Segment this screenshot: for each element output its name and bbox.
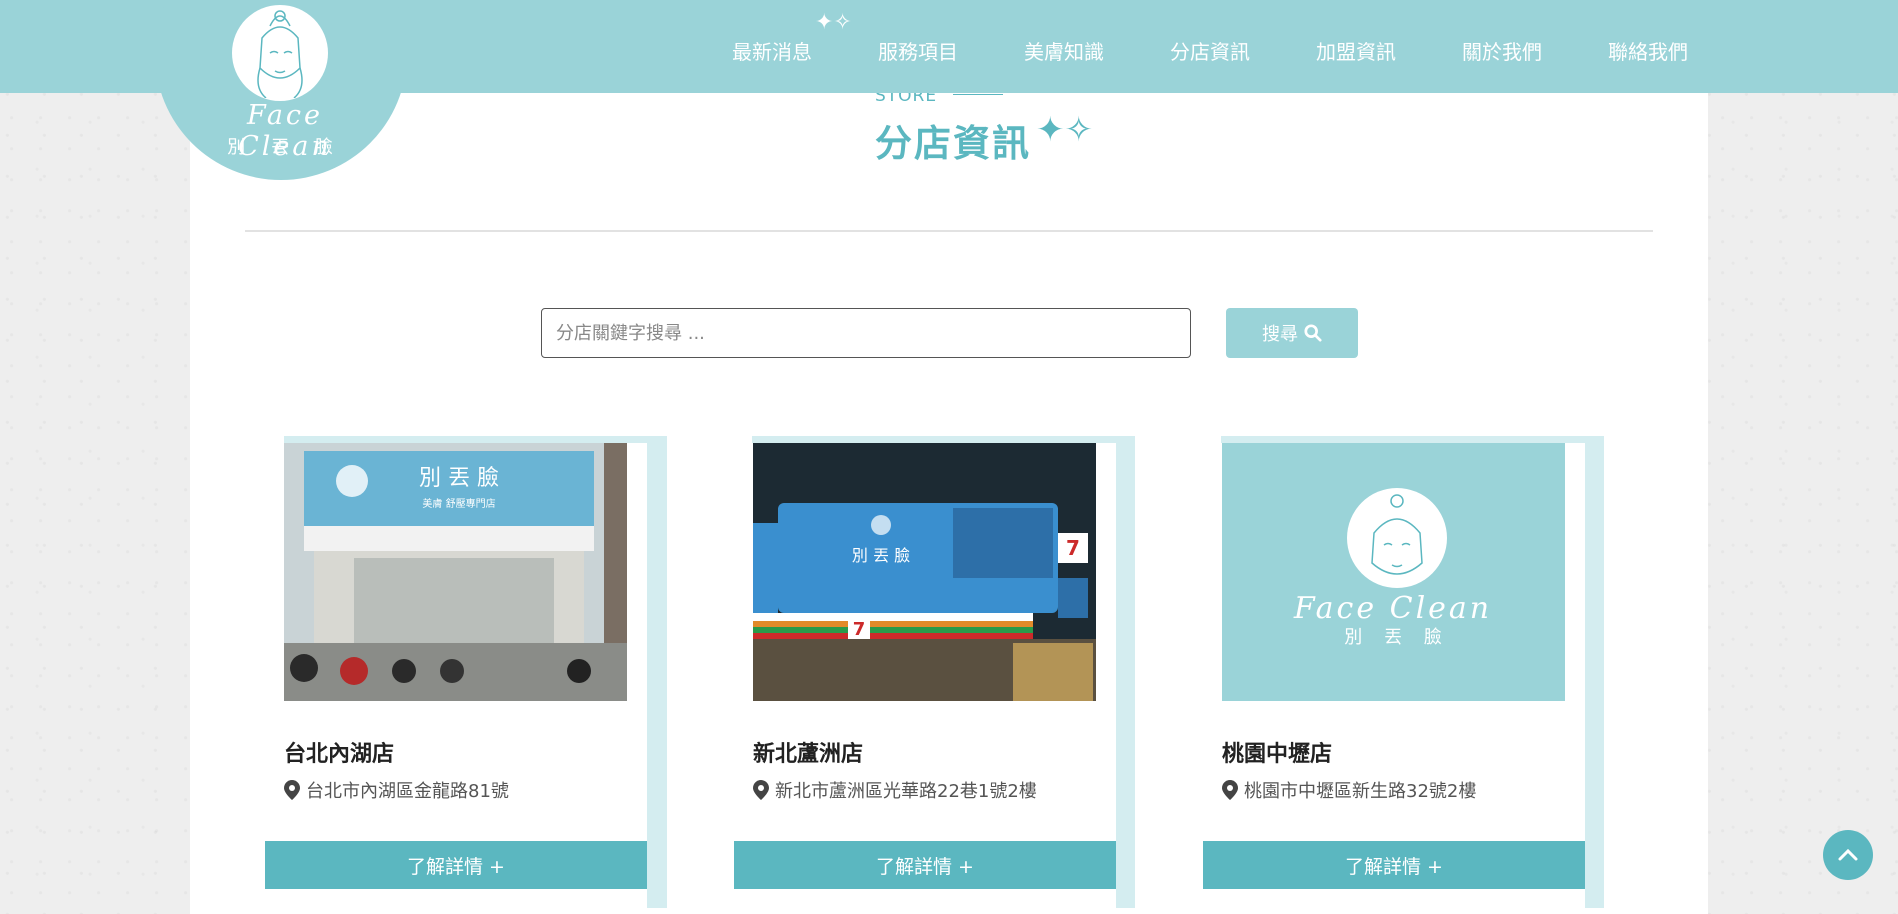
search-icon — [1304, 324, 1322, 342]
location-pin-icon — [284, 780, 300, 800]
nav-item-about[interactable]: 關於我們 — [1462, 36, 1542, 65]
page-title: 分店資訊 — [875, 122, 1031, 165]
main-nav: 最新消息 服務項目 美膚知識 分店資訊 加盟資訊 關於我們 聯絡我們 — [732, 36, 1754, 65]
store-photo: 別 丟 臉 7 7 — [753, 443, 1096, 701]
nav-item-contact[interactable]: 聯絡我們 — [1608, 36, 1688, 65]
section-subtitle-line — [953, 94, 1003, 95]
sparkle-icon: ✦✧ — [815, 10, 852, 35]
placeholder-cn-text: 別 丟 臉 — [1344, 627, 1449, 648]
location-pin-icon — [1222, 780, 1238, 800]
photo-sign-text: 別 丟 臉 — [419, 466, 499, 491]
location-pin-icon — [753, 780, 769, 800]
nav-item-services[interactable]: 服務項目 — [878, 36, 958, 65]
search-button-label: 搜尋 — [1262, 324, 1298, 345]
store-address-text: 桃園市中壢區新生路32號2樓 — [1244, 781, 1477, 802]
back-to-top-button[interactable] — [1823, 830, 1873, 880]
section-divider — [245, 230, 1653, 232]
photo-sign-text: 別 丟 臉 — [852, 546, 910, 565]
store-address-text: 新北市蘆洲區光華路22巷1號2樓 — [775, 781, 1037, 802]
nav-item-franchise[interactable]: 加盟資訊 — [1316, 36, 1396, 65]
svg-text:7: 7 — [1066, 536, 1080, 560]
logo-cn-text: 別 丟 臉 — [227, 137, 343, 158]
store-name: 新北蘆洲店 — [753, 742, 864, 767]
nav-item-news[interactable]: 最新消息 — [732, 36, 812, 65]
nav-item-knowledge[interactable]: 美膚知識 — [1024, 36, 1104, 65]
placeholder-script-text: Face Clean — [1293, 591, 1492, 626]
store-card: 別 丟 臉 美膚 舒壓專門店 台北內湖店 台北市內湖區金龍路81號 了解詳情 + — [265, 443, 647, 913]
store-card: 別 丟 臉 7 7 新北蘆洲店 新北市蘆洲區光華路22巷1號2樓 了解詳情 + — [734, 443, 1116, 913]
photo-sign-sub: 美膚 舒壓專門店 — [422, 497, 495, 510]
store-photo: 別 丟 臉 美膚 舒壓專門店 — [284, 443, 627, 701]
search-button[interactable]: 搜尋 — [1226, 308, 1358, 358]
store-search-input[interactable] — [541, 308, 1191, 358]
store-address: 台北市內湖區金龍路81號 — [284, 777, 509, 803]
store-address-text: 台北市內湖區金龍路81號 — [306, 781, 509, 802]
nav-item-stores[interactable]: 分店資訊 — [1170, 36, 1250, 65]
store-address: 新北市蘆洲區光華路22巷1號2樓 — [753, 777, 1037, 803]
store-address: 桃園市中壢區新生路32號2樓 — [1222, 777, 1476, 803]
chevron-up-icon — [1838, 848, 1858, 861]
store-photo-placeholder: Face Clean 別 丟 臉 — [1222, 443, 1565, 701]
logo-face-icon[interactable] — [232, 5, 328, 101]
store-detail-button[interactable]: 了解詳情 + — [265, 841, 647, 889]
sparkle-icon: ✦✧ — [1036, 110, 1093, 150]
store-detail-button[interactable]: 了解詳情 + — [734, 841, 1116, 889]
store-name: 桃園中壢店 — [1222, 742, 1333, 767]
store-card: Face Clean 別 丟 臉 桃園中壢店 桃園市中壢區新生路32號2樓 了解… — [1203, 443, 1585, 913]
store-detail-button[interactable]: 了解詳情 + — [1203, 841, 1585, 889]
store-name: 台北內湖店 — [284, 742, 395, 767]
svg-text:7: 7 — [853, 619, 866, 640]
